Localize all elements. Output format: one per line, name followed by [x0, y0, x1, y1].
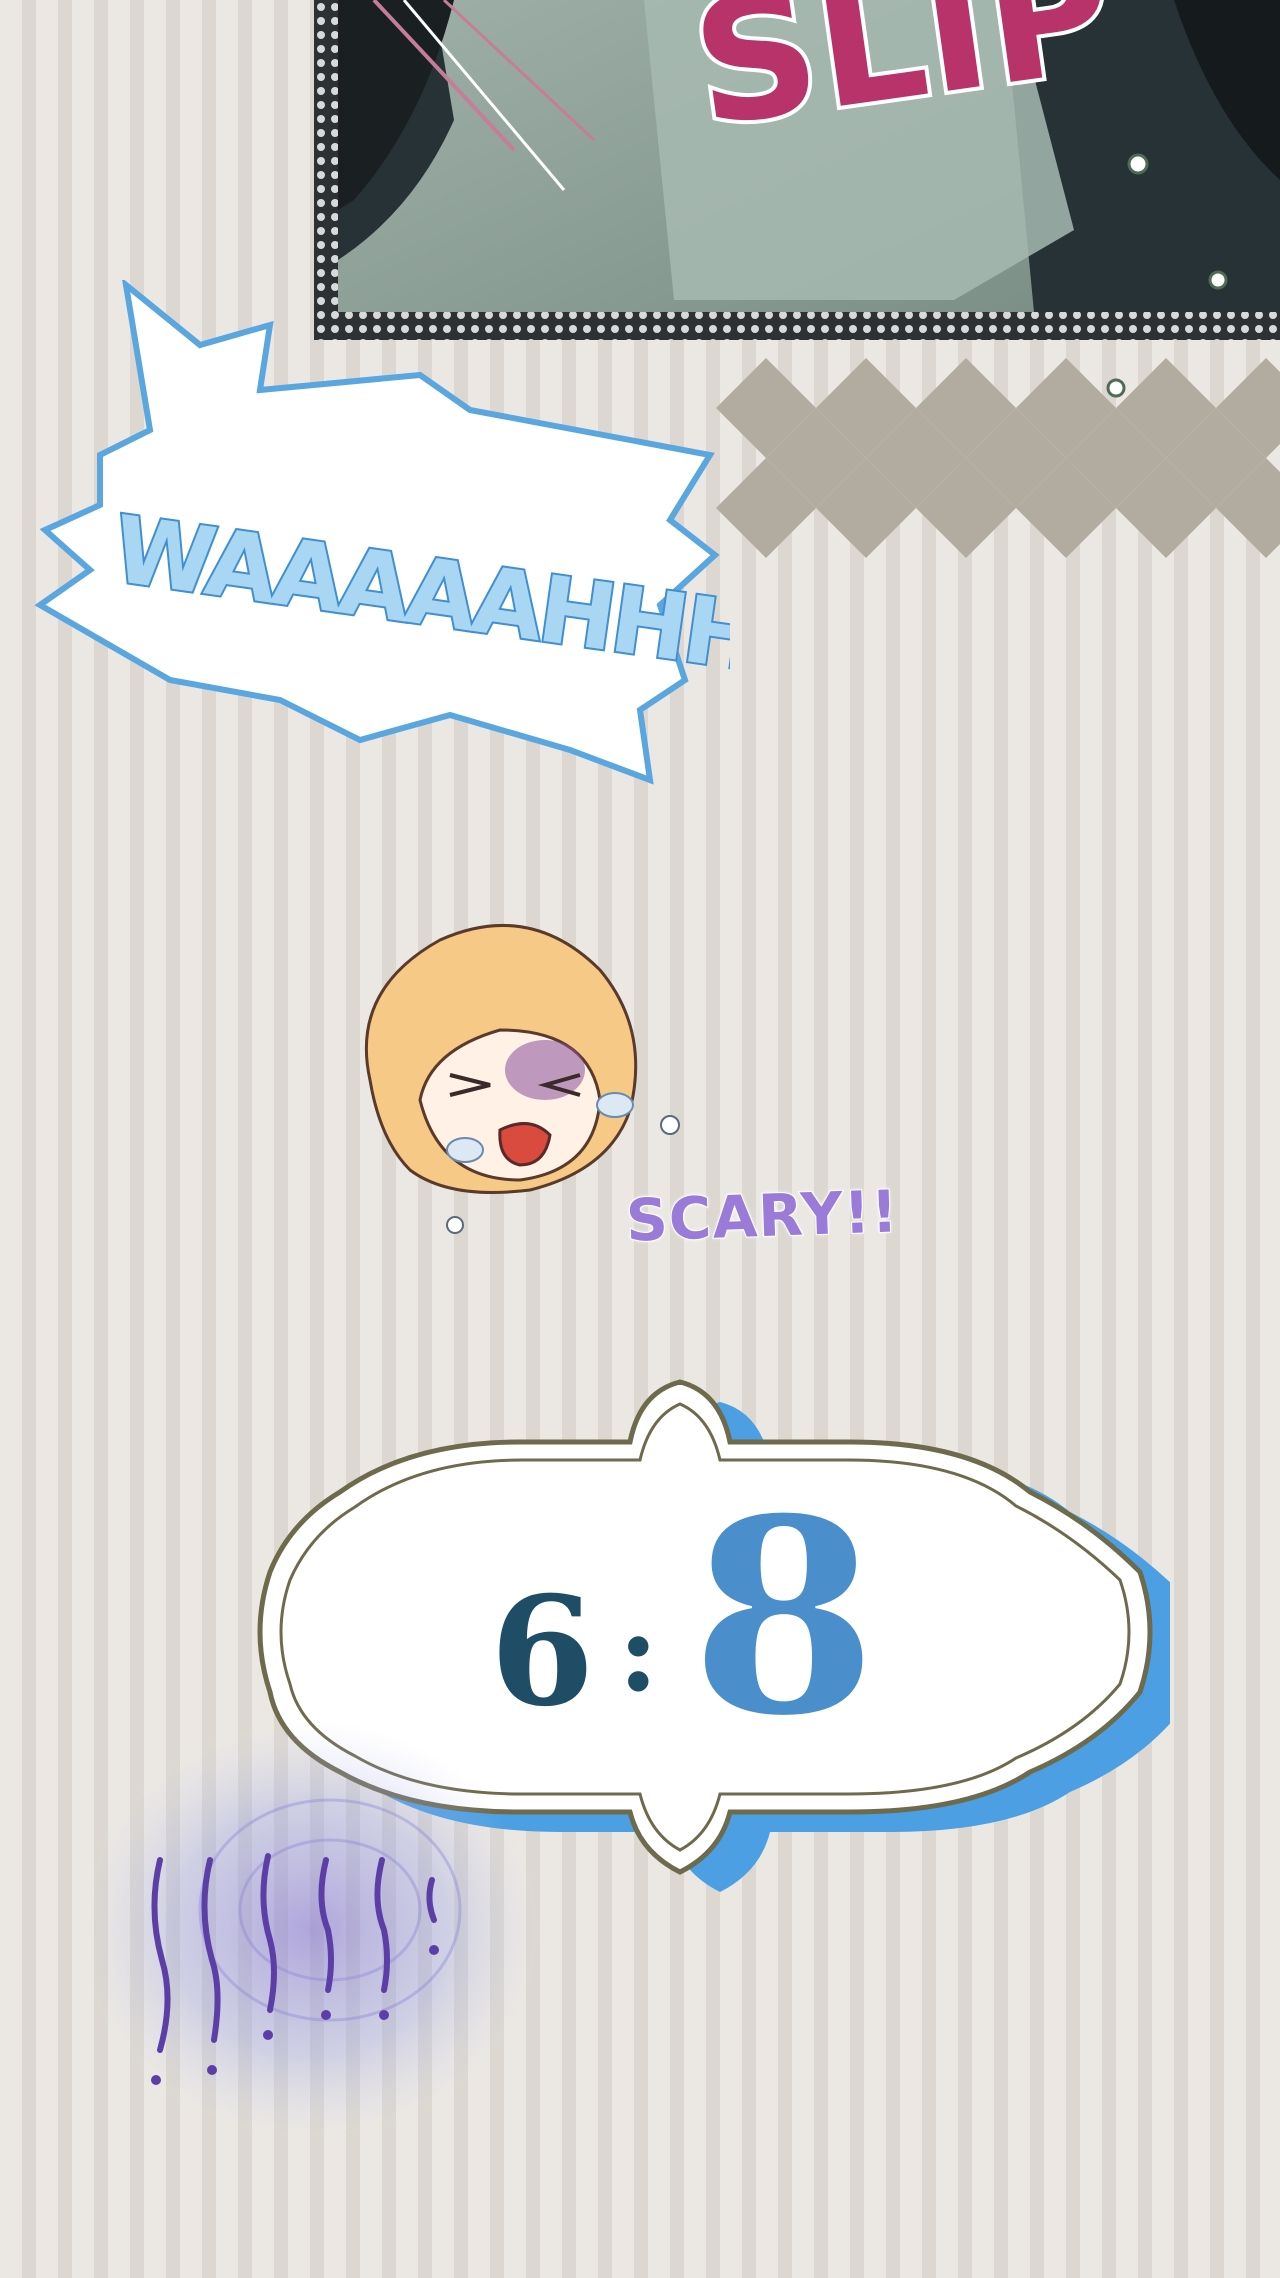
diamond-pattern-svg: [716, 358, 1280, 558]
shout-bubble-svg: WAAAAAHHHH: [34, 277, 838, 785]
tremble-effect: [80, 1710, 650, 2170]
sparkle-icon: [1106, 378, 1126, 398]
score-right: 8: [690, 1458, 878, 1776]
shout-bubble: WAAAAAHHHH: [30, 277, 838, 800]
tremble-effect-svg: [80, 1720, 540, 2140]
diamond-pattern: [716, 358, 1280, 558]
scary-caption: SCARY!!: [624, 1176, 901, 1255]
score-separator: :: [618, 1587, 659, 1716]
